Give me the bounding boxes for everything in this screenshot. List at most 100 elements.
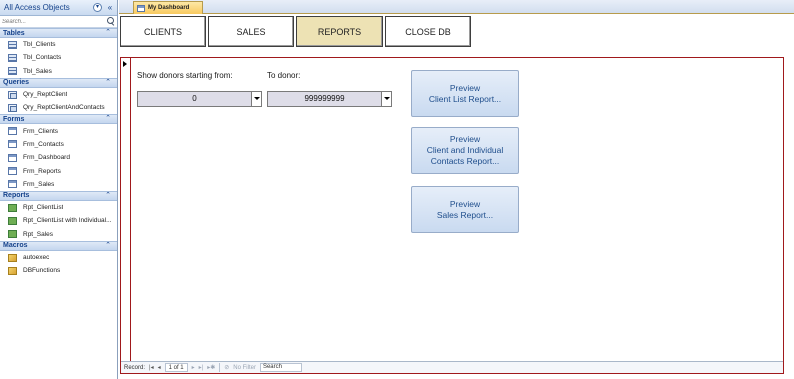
nav-item-label: Tbl_Contacts bbox=[23, 54, 62, 62]
nav-group-label: Forms bbox=[3, 115, 25, 123]
from-donor-label: Show donors starting from: bbox=[137, 71, 233, 80]
reports-subform: Show donors starting from: To donor: 0 9… bbox=[120, 57, 784, 374]
nav-item-label: Qry_ReptClient bbox=[23, 91, 68, 99]
from-donor-combo[interactable]: 0 bbox=[137, 91, 262, 107]
nav-item-label: Frm_Contacts bbox=[23, 140, 64, 148]
document-tabstrip: My Dashboard bbox=[119, 0, 794, 14]
clients-button[interactable]: CLIENTS bbox=[120, 16, 206, 47]
chevron-down-icon[interactable] bbox=[251, 92, 261, 106]
from-donor-value[interactable]: 0 bbox=[138, 92, 251, 106]
form-icon bbox=[137, 4, 145, 12]
record-navigation-bar: Record: |◂ ◂ 1 of 1 ▸ ▸| ▸✱ ⊘ No Filter … bbox=[121, 361, 783, 373]
record-position[interactable]: 1 of 1 bbox=[164, 363, 188, 372]
to-donor-combo[interactable]: 999999999 bbox=[267, 91, 392, 107]
nav-item-tbl-sales[interactable]: Tbl_Sales bbox=[0, 65, 117, 78]
access-window: All Access Objects ▾ « Tables ⌃ Tbl_Client… bbox=[0, 0, 794, 379]
sales-button[interactable]: SALES bbox=[208, 16, 294, 47]
nav-item-frm-sales[interactable]: Frm_Sales bbox=[0, 178, 117, 191]
nav-pane-header[interactable]: All Access Objects ▾ « bbox=[0, 0, 117, 16]
search-icon[interactable] bbox=[105, 16, 117, 27]
nav-group-header-queries[interactable]: Queries ⌃ bbox=[0, 77, 117, 88]
tab-my-dashboard[interactable]: My Dashboard bbox=[133, 1, 203, 14]
filter-status[interactable]: No Filter bbox=[233, 365, 256, 371]
preview-button-line: Client List Report... bbox=[428, 93, 502, 104]
chevron-down-icon[interactable] bbox=[381, 92, 391, 106]
reports-form-body: Show donors starting from: To donor: 0 9… bbox=[132, 58, 783, 361]
record-label: Record: bbox=[124, 364, 146, 371]
nav-item-label: Frm_Sales bbox=[23, 180, 55, 188]
preview-button-line: Contacts Report... bbox=[430, 156, 500, 166]
chevron-up-icon[interactable]: ⌃ bbox=[105, 115, 111, 123]
chevron-up-icon[interactable]: ⌃ bbox=[105, 192, 111, 200]
divider bbox=[219, 363, 221, 372]
nav-item-frm-contacts[interactable]: Frm_Contacts bbox=[0, 138, 117, 151]
reports-button[interactable]: REPORTS bbox=[296, 16, 383, 47]
preview-client-list-button[interactable]: Preview Client List Report... bbox=[411, 70, 519, 117]
report-icon bbox=[8, 203, 17, 212]
filter-icon[interactable]: ⊘ bbox=[224, 364, 229, 371]
report-icon bbox=[8, 230, 17, 239]
preview-sales-button[interactable]: Preview Sales Report... bbox=[411, 186, 519, 233]
nav-item-autoexec[interactable]: autoexec bbox=[0, 251, 117, 264]
nav-search-bar bbox=[0, 16, 117, 28]
query-icon bbox=[8, 90, 17, 99]
form-icon bbox=[8, 167, 17, 176]
record-search-input[interactable]: Search bbox=[259, 363, 302, 372]
chevron-up-icon[interactable]: ⌃ bbox=[105, 242, 111, 250]
tab-label: My Dashboard bbox=[148, 5, 190, 11]
nav-group-header-forms[interactable]: Forms ⌃ bbox=[0, 114, 117, 125]
nav-item-tbl-contacts[interactable]: Tbl_Contacts bbox=[0, 51, 117, 64]
nav-item-label: Tbl_Sales bbox=[23, 67, 52, 75]
new-record-icon[interactable]: ▸✱ bbox=[207, 364, 215, 371]
nav-pane-title: All Access Objects bbox=[4, 3, 70, 12]
table-icon bbox=[8, 53, 17, 62]
nav-item-rpt-clientlist-with-individual[interactable]: Rpt_ClientList with Individual... bbox=[0, 214, 117, 227]
preview-button-line: Sales Report... bbox=[436, 209, 494, 220]
last-record-icon[interactable]: ▸| bbox=[199, 364, 204, 371]
table-icon bbox=[8, 40, 17, 49]
macro-icon bbox=[8, 253, 17, 262]
nav-item-dbfunctions[interactable]: DBFunctions bbox=[0, 264, 117, 277]
to-donor-value[interactable]: 999999999 bbox=[268, 92, 381, 106]
nav-item-rpt-sales[interactable]: Rpt_Sales bbox=[0, 228, 117, 241]
current-record-arrow-icon bbox=[123, 61, 127, 67]
nav-item-tbl-clients[interactable]: Tbl_Clients bbox=[0, 38, 117, 51]
chevron-up-icon[interactable]: ⌃ bbox=[105, 79, 111, 87]
nav-item-label: Rpt_ClientList with Individual... bbox=[23, 217, 112, 225]
preview-client-contacts-button[interactable]: Preview Client and Individual Contacts Rep… bbox=[411, 127, 519, 174]
nav-item-label: Frm_Clients bbox=[23, 127, 59, 135]
nav-item-label: Rpt_Sales bbox=[23, 230, 53, 238]
record-selector[interactable] bbox=[121, 58, 131, 361]
previous-record-icon[interactable]: ◂ bbox=[158, 364, 161, 371]
preview-button-line: Preview bbox=[449, 134, 481, 144]
form-icon bbox=[8, 180, 17, 189]
nav-search-input[interactable] bbox=[2, 16, 105, 27]
nav-item-label: Qry_ReptClientAndContacts bbox=[23, 104, 105, 112]
close-db-button[interactable]: CLOSE DB bbox=[385, 16, 471, 47]
table-icon bbox=[8, 67, 17, 76]
nav-item-frm-dashboard[interactable]: Frm_Dashboard bbox=[0, 151, 117, 164]
nav-item-label: autoexec bbox=[23, 254, 50, 261]
nav-item-rpt-clientlist[interactable]: Rpt_ClientList bbox=[0, 201, 117, 214]
nav-item-frm-clients[interactable]: Frm_Clients bbox=[0, 124, 117, 137]
nav-item-label: Frm_Reports bbox=[23, 167, 61, 175]
to-donor-label: To donor: bbox=[267, 71, 301, 80]
form-icon bbox=[8, 153, 17, 162]
collapse-pane-icon[interactable]: « bbox=[105, 3, 115, 13]
nav-item-qry-reptclient[interactable]: Qry_ReptClient bbox=[0, 88, 117, 101]
first-record-icon[interactable]: |◂ bbox=[149, 364, 154, 371]
chevron-down-icon[interactable]: ▾ bbox=[93, 3, 102, 12]
nav-item-label: DBFunctions bbox=[23, 267, 61, 275]
form-icon bbox=[8, 140, 17, 149]
preview-button-line: Client and Individual bbox=[426, 145, 504, 155]
preview-button-line: Preview bbox=[449, 198, 481, 209]
nav-item-frm-reports[interactable]: Frm_Reports bbox=[0, 164, 117, 177]
chevron-up-icon[interactable]: ⌃ bbox=[105, 29, 111, 37]
nav-group-header-tables[interactable]: Tables ⌃ bbox=[0, 28, 117, 38]
nav-group-header-macros[interactable]: Macros ⌃ bbox=[0, 240, 117, 251]
next-record-icon[interactable]: ▸ bbox=[192, 364, 195, 371]
nav-item-label: Frm_Dashboard bbox=[23, 154, 70, 162]
nav-item-qry-reptclientandcontacts[interactable]: Qry_ReptClientAndContacts bbox=[0, 101, 117, 114]
nav-group-header-reports[interactable]: Reports ⌃ bbox=[0, 190, 117, 201]
dashboard-form: CLIENTS SALES REPORTS CLOSE DB Show dono… bbox=[119, 14, 794, 379]
